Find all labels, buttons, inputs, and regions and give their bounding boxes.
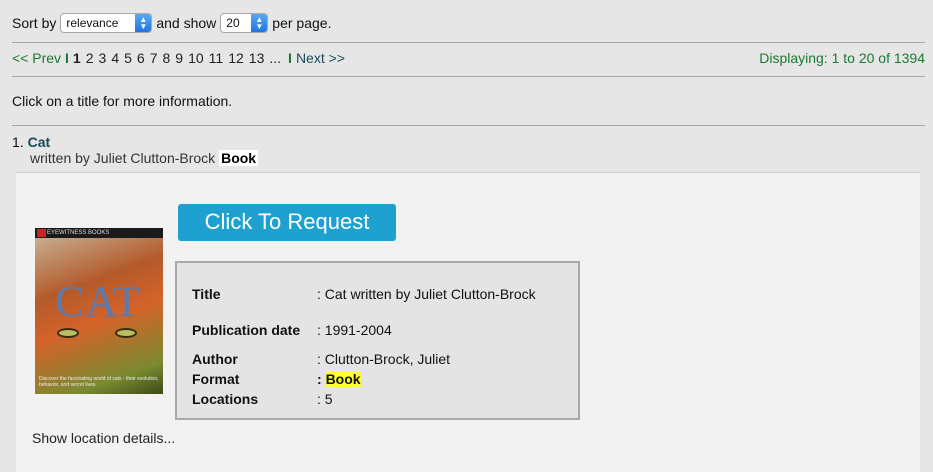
next-link[interactable]: Next >> xyxy=(296,50,345,66)
show-label: and show xyxy=(156,15,217,31)
eye-icon xyxy=(115,328,137,338)
sort-bar: Sort by relevance ▲ ▼ and show 20 ▲ ▼ per … xyxy=(12,12,331,34)
detail-value: : 1991-2004 xyxy=(317,321,392,338)
cover-title: CAT xyxy=(55,277,142,326)
page-link[interactable]: 10 xyxy=(188,50,204,66)
detail-value-prefix: : xyxy=(317,370,326,387)
per-page-label: per page. xyxy=(272,15,332,31)
detail-row: Publication date : 1991-2004 xyxy=(192,311,572,349)
detail-value: : 5 xyxy=(317,390,333,407)
detail-row: Title : Cat written by Juliet Clutton-Br… xyxy=(192,277,572,311)
publisher-logo-icon xyxy=(37,229,46,237)
result-title-link[interactable]: Cat xyxy=(28,134,51,150)
format-badge: Book xyxy=(219,150,259,166)
divider xyxy=(12,76,925,77)
result-detail-panel: EYEWITNESS BOOKS CAT Discover the fascin… xyxy=(16,172,920,472)
page-link[interactable]: 7 xyxy=(150,50,158,66)
detail-value: : Clutton-Brock, Juliet xyxy=(317,350,451,367)
byline-text: written by Juliet Clutton-Brock xyxy=(30,150,216,166)
per-page-select[interactable]: 20 ▲ ▼ xyxy=(220,13,269,33)
details-table: Title : Cat written by Juliet Clutton-Br… xyxy=(192,277,572,409)
pagination: << Prev I 1 2 3 4 5 6 7 8 9 10 11 12 13 … xyxy=(12,50,345,66)
page-link[interactable]: 2 xyxy=(86,50,94,66)
page-link[interactable]: 5 xyxy=(124,50,132,66)
detail-row: Locations : 5 xyxy=(192,389,572,409)
detail-key: Format xyxy=(192,370,240,387)
page-link[interactable]: 12 xyxy=(228,50,244,66)
show-location-link[interactable]: Show location details... xyxy=(32,430,175,446)
sort-select-value: relevance xyxy=(66,16,119,30)
detail-row: Format : Book xyxy=(192,369,572,389)
page-link[interactable]: 3 xyxy=(99,50,107,66)
details-box: Title : Cat written by Juliet Clutton-Br… xyxy=(175,261,580,420)
detail-key: Author xyxy=(192,350,238,367)
select-stepper-icon: ▲ ▼ xyxy=(251,14,268,32)
cover-series-band: EYEWITNESS BOOKS xyxy=(35,228,163,238)
page-link[interactable]: 11 xyxy=(209,50,224,66)
select-stepper-icon: ▲ ▼ xyxy=(135,14,152,32)
page-link[interactable]: 13 xyxy=(249,50,265,66)
detail-key: Title xyxy=(192,285,221,302)
pager-separator: I xyxy=(288,50,292,66)
page-link-current[interactable]: 1 xyxy=(73,50,81,66)
detail-key: Publication date xyxy=(192,321,301,338)
result-number: 1. xyxy=(12,134,24,150)
prev-link[interactable]: << Prev xyxy=(12,50,61,66)
detail-value: : Book xyxy=(317,369,572,389)
detail-row: Author : Clutton-Brock, Juliet xyxy=(192,349,572,369)
sort-select[interactable]: relevance ▲ ▼ xyxy=(60,13,153,33)
request-button[interactable]: Click To Request xyxy=(178,204,396,241)
page-link[interactable]: 6 xyxy=(137,50,145,66)
result-byline: written by Juliet Clutton-Brock Book xyxy=(30,150,259,166)
result-heading: 1. Cat xyxy=(12,134,50,150)
divider xyxy=(12,42,925,43)
page-link[interactable]: 4 xyxy=(111,50,119,66)
divider xyxy=(12,125,925,126)
cover-blurb: Discover the fascinating world of cats -… xyxy=(39,376,159,388)
eye-icon xyxy=(57,328,79,338)
per-page-value: 20 xyxy=(226,16,240,30)
page-link[interactable]: 9 xyxy=(175,50,183,66)
pager-separator: I xyxy=(65,50,69,66)
instructions-text: Click on a title for more information. xyxy=(12,93,233,109)
results-count: Displaying: 1 to 20 of 1394 xyxy=(759,50,925,66)
format-highlight: Book xyxy=(325,370,361,387)
detail-value: : Cat written by Juliet Clutton-Brock xyxy=(317,285,536,302)
sort-by-label: Sort by xyxy=(12,15,57,31)
page-ellipsis: ... xyxy=(269,50,282,66)
page-link[interactable]: 8 xyxy=(163,50,171,66)
book-cover-image[interactable]: EYEWITNESS BOOKS CAT Discover the fascin… xyxy=(35,228,163,394)
detail-key: Locations xyxy=(192,390,259,407)
